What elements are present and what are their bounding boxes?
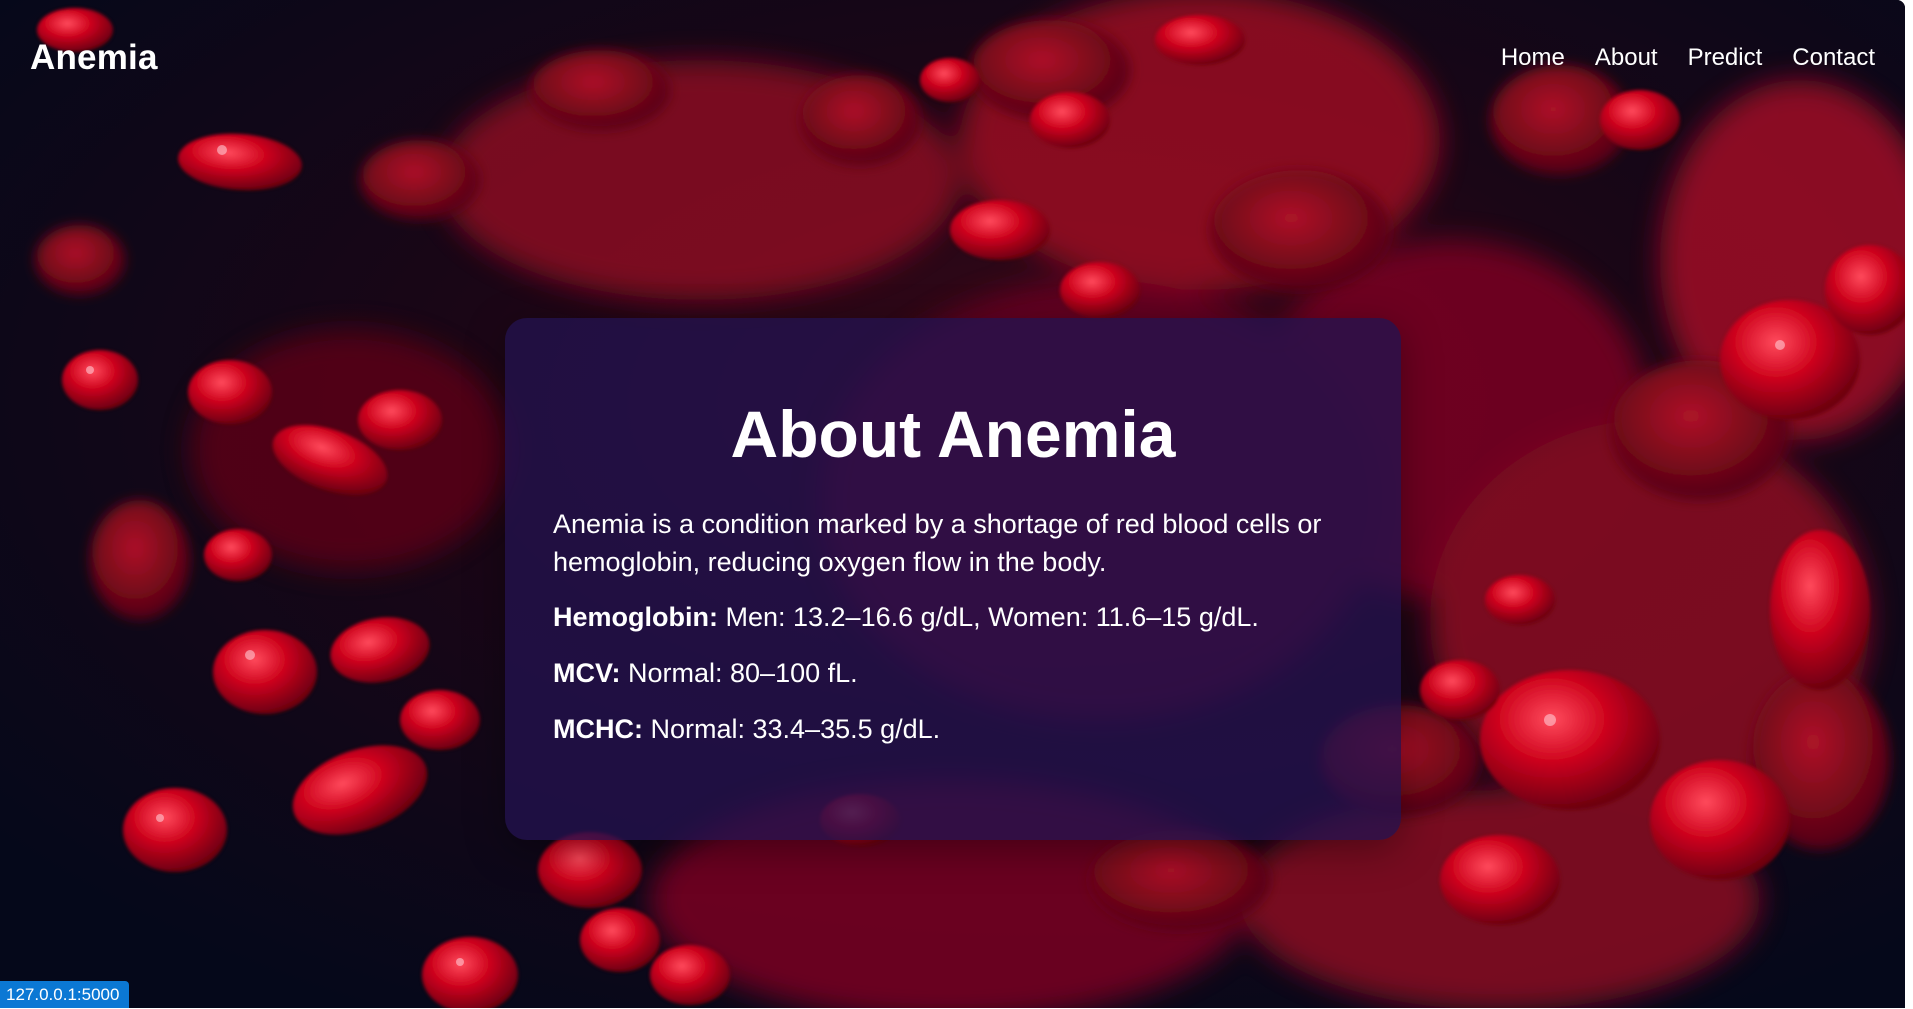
nav-link-predict[interactable]: Predict <box>1688 44 1763 72</box>
nav-links: Home About Predict Contact <box>1501 44 1875 72</box>
stat-value: Normal: 80–100 fL. <box>621 658 858 688</box>
stat-value: Normal: 33.4–35.5 g/dL. <box>643 714 940 744</box>
top-navbar: Anemia Home About Predict Contact <box>0 0 1905 116</box>
nav-link-contact[interactable]: Contact <box>1792 44 1875 72</box>
nav-link-about[interactable]: About <box>1595 44 1658 72</box>
about-card: About Anemia Anemia is a condition marke… <box>505 318 1401 840</box>
stat-mchc: MCHC: Normal: 33.4–35.5 g/dL. <box>553 709 1353 749</box>
about-title: About Anemia <box>553 398 1353 471</box>
about-description: Anemia is a condition marked by a shorta… <box>553 505 1353 581</box>
brand-logo-link[interactable]: Anemia <box>30 38 158 78</box>
stat-label: MCHC: <box>553 714 643 744</box>
stat-mcv: MCV: Normal: 80–100 fL. <box>553 653 1353 693</box>
stat-label: Hemoglobin: <box>553 602 718 632</box>
page-viewport: Anemia Home About Predict Contact About … <box>0 0 1905 1008</box>
stat-label: MCV: <box>553 658 621 688</box>
stat-hemoglobin: Hemoglobin: Men: 13.2–16.6 g/dL, Women: … <box>553 597 1353 637</box>
stat-value: Men: 13.2–16.6 g/dL, Women: 11.6–15 g/dL… <box>718 602 1259 632</box>
status-bar-url: 127.0.0.1:5000 <box>0 981 129 1008</box>
nav-link-home[interactable]: Home <box>1501 44 1565 72</box>
